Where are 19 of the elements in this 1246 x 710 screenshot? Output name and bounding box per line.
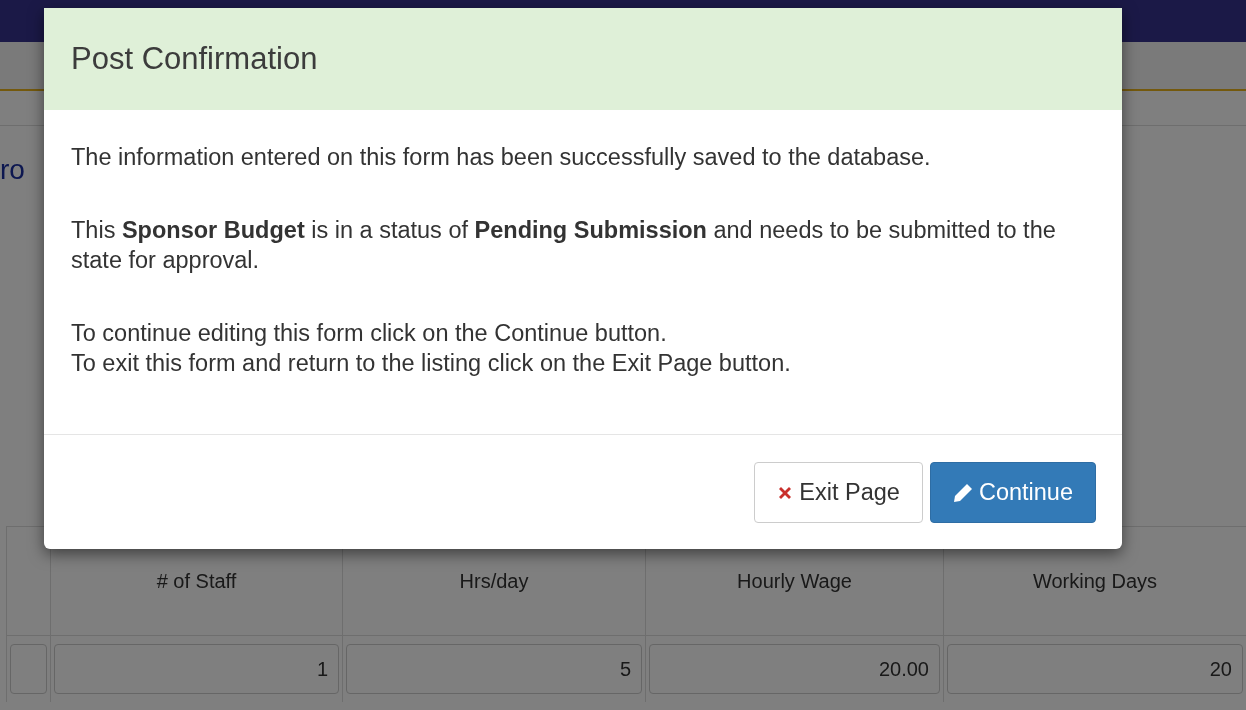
exit-button[interactable]: Exit Page bbox=[754, 462, 923, 523]
column-header: # of Staff bbox=[156, 569, 237, 593]
pencil-icon bbox=[952, 482, 973, 503]
column-header: Hrs/day bbox=[459, 569, 529, 593]
page-heading: ro bbox=[0, 154, 25, 185]
close-icon bbox=[777, 484, 794, 501]
number-field[interactable]: 5 bbox=[346, 644, 642, 694]
message-text: This Sponsor Budget is in a status of Pending Submission and needs to be submitted to the state for approval. bbox=[71, 216, 1057, 275]
dialog-title: Post Confirmation bbox=[71, 41, 318, 77]
column-header: Hourly Wage bbox=[737, 569, 852, 593]
text-field[interactable] bbox=[10, 644, 47, 694]
message-text: To exit this form and return to the listing click on the Exit Page button. bbox=[71, 349, 792, 378]
message-text: To continue editing this form click on the Continue button. bbox=[71, 319, 668, 348]
continue-button[interactable]: Continue bbox=[929, 462, 1096, 523]
number-field[interactable]: 20 bbox=[947, 644, 1243, 694]
number-field[interactable]: 1 bbox=[54, 644, 339, 694]
message-text: The information entered on this form has been successfully saved to the database. bbox=[71, 143, 932, 172]
column-header: Working Days bbox=[1032, 569, 1158, 593]
number-field[interactable]: 20.00 bbox=[649, 644, 940, 694]
